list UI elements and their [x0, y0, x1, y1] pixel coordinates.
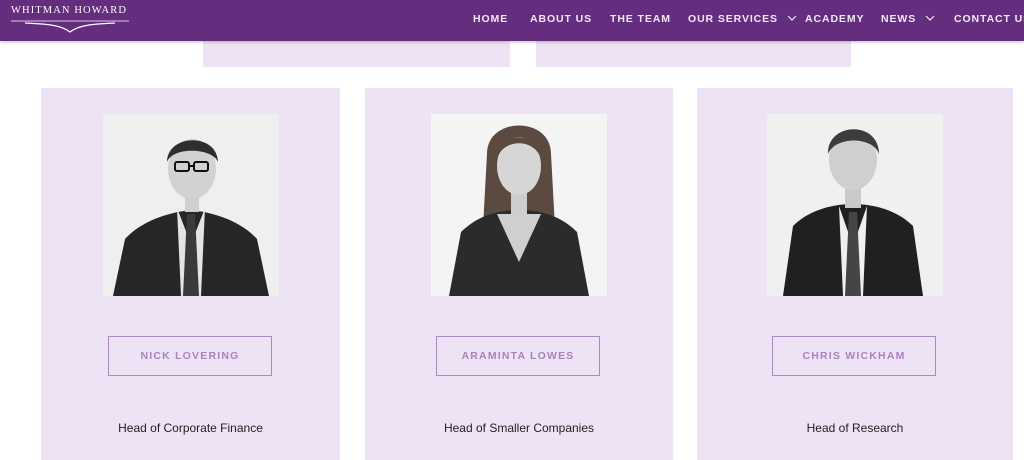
nav-the-team[interactable]: THE TEAM: [610, 13, 671, 25]
nav-our-services-label: OUR SERVICES: [688, 13, 778, 25]
chevron-down-icon[interactable]: [787, 15, 797, 21]
logo-text: WHITMAN HOWARD: [11, 5, 128, 16]
team-member-role: Head of Smaller Companies: [443, 421, 595, 435]
team-member-name-button[interactable]: NICK LOVERING: [108, 336, 272, 376]
previous-card-edge: [536, 41, 851, 67]
team-member-role: Head of Corporate Finance: [118, 421, 263, 435]
chevron-down-icon[interactable]: [925, 15, 935, 21]
site-header: WHITMAN HOWARD HOME ABOUT US THE TEAM OU…: [0, 0, 1024, 41]
team-member-name-button[interactable]: ARAMINTA LOWES: [436, 336, 600, 376]
team-member-photo[interactable]: [767, 114, 943, 296]
portrait-image: [431, 114, 607, 296]
whitman-howard-logo[interactable]: WHITMAN HOWARD: [11, 4, 129, 33]
nav-about-us[interactable]: ABOUT US: [530, 13, 592, 25]
portrait-image: [103, 114, 279, 296]
nav-our-services[interactable]: OUR SERVICES: [688, 13, 797, 25]
nav-academy[interactable]: ACADEMY: [805, 13, 864, 25]
nav-home[interactable]: HOME: [473, 13, 508, 25]
portrait-image: [767, 114, 943, 296]
team-member-card: CHRIS WICKHAM Head of Research: [697, 88, 1013, 460]
team-member-card: ARAMINTA LOWES Head of Smaller Companies: [365, 88, 673, 460]
logo-swoosh-icon: [11, 20, 129, 33]
nav-news-label: NEWS: [881, 13, 917, 25]
nav-contact-us[interactable]: CONTACT US: [954, 13, 1024, 25]
team-member-photo[interactable]: [431, 114, 607, 296]
team-member-role: Head of Research: [806, 421, 904, 435]
team-member-card: NICK LOVERING Head of Corporate Finance: [41, 88, 340, 460]
team-member-name-button[interactable]: CHRIS WICKHAM: [772, 336, 936, 376]
team-member-photo[interactable]: [103, 114, 279, 296]
previous-card-edge: [203, 41, 510, 67]
nav-news[interactable]: NEWS: [881, 13, 935, 25]
